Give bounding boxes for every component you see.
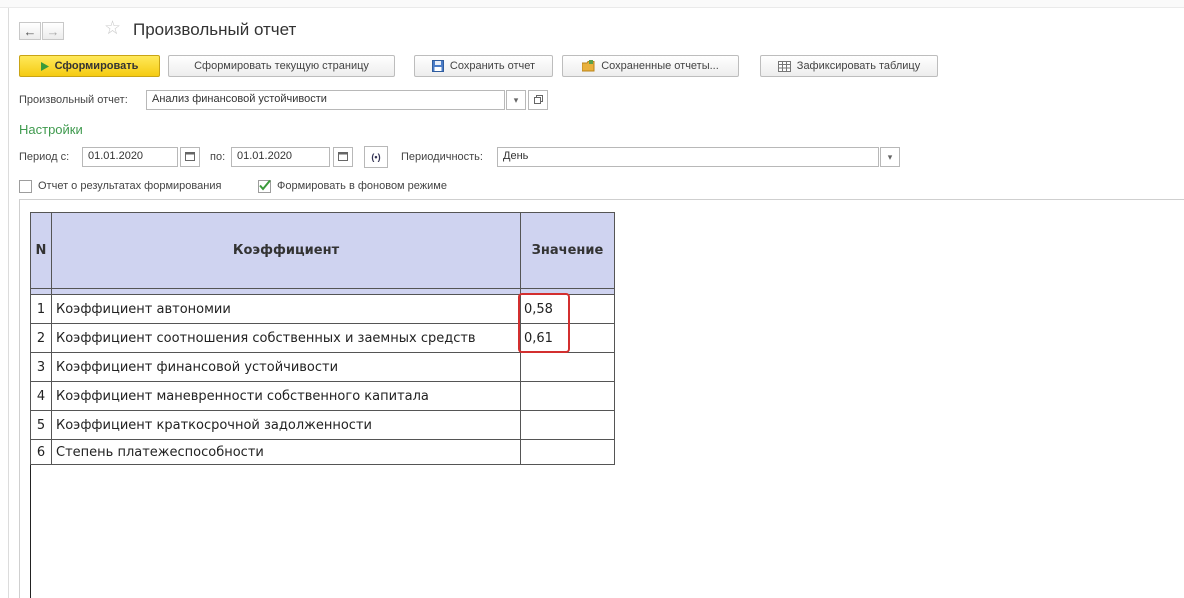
row-number: 4 xyxy=(30,381,52,411)
header-coefficient: Коэффициент xyxy=(51,212,521,289)
table-row[interactable]: 3 Коэффициент финансовой устойчивости xyxy=(30,352,615,382)
row-coefficient-name: Коэффициент финансовой устойчивости xyxy=(51,352,521,382)
row-number: 3 xyxy=(30,352,52,382)
open-window-icon xyxy=(533,94,543,106)
header-n: N xyxy=(30,212,52,289)
row-number: 5 xyxy=(30,410,52,440)
calendar-icon xyxy=(338,151,348,163)
window-top-strip xyxy=(0,0,1184,8)
background-mode-checkbox[interactable] xyxy=(258,179,271,193)
page-title: Произвольный отчет xyxy=(133,20,297,39)
row-number: 1 xyxy=(30,294,52,324)
forward-button[interactable]: → xyxy=(42,22,64,40)
fix-table-label: Зафиксировать таблицу xyxy=(796,60,921,72)
table-icon xyxy=(777,60,791,72)
row-value xyxy=(520,352,615,382)
period-to-calendar-button[interactable] xyxy=(333,147,353,167)
periodicity-dropdown-button[interactable]: ▾ xyxy=(880,147,900,167)
settings-heading: Настройки xyxy=(19,122,83,137)
play-icon xyxy=(40,61,49,71)
row-number: 6 xyxy=(30,439,52,465)
row-value xyxy=(520,410,615,440)
open-report-button[interactable] xyxy=(528,90,548,110)
period-from-input[interactable]: 01.01.2020 xyxy=(82,147,178,167)
folder-icon xyxy=(582,60,595,72)
report-results-label: Отчет о результатах формирования xyxy=(38,180,222,192)
report-select-input[interactable]: Анализ финансовой устойчивости xyxy=(146,90,505,110)
row-coefficient-name: Коэффициент автономии xyxy=(51,294,521,324)
arrow-left-icon: ← xyxy=(23,23,37,39)
saved-reports-label: Сохраненные отчеты... xyxy=(601,60,719,72)
periodicity-select[interactable]: День xyxy=(497,147,879,167)
save-icon xyxy=(431,60,444,72)
period-choose-button[interactable]: (•) xyxy=(364,146,388,168)
generate-button[interactable]: Сформировать xyxy=(19,55,160,77)
table-row[interactable]: 4 Коэффициент маневренности собственного… xyxy=(30,381,615,411)
row-number: 2 xyxy=(30,323,52,353)
table-header-row: N Коэффициент Значение xyxy=(30,212,615,289)
star-icon[interactable]: ☆ xyxy=(104,19,121,39)
row-coefficient-name: Коэффициент краткосрочной задолженности xyxy=(51,410,521,440)
back-button[interactable]: ← xyxy=(19,22,41,40)
chevron-down-icon: ▾ xyxy=(513,94,519,105)
period-to-input[interactable]: 01.01.2020 xyxy=(231,147,330,167)
period-from-label: Период с: xyxy=(19,151,70,163)
period-settings-icon: (•) xyxy=(371,152,381,162)
value-highlight-box xyxy=(518,293,570,353)
period-from-calendar-button[interactable] xyxy=(180,147,200,167)
report-dropdown-button[interactable]: ▾ xyxy=(506,90,526,110)
save-report-label: Сохранить отчет xyxy=(449,60,536,72)
window-left-border xyxy=(8,8,9,598)
report-results-checkbox[interactable] xyxy=(19,180,32,193)
generate-button-label: Сформировать xyxy=(54,60,139,72)
header-value: Значение xyxy=(520,212,615,289)
row-value xyxy=(520,381,615,411)
periodicity-label: Периодичность: xyxy=(401,151,483,163)
row-coefficient-name: Коэффициент маневренности собственного к… xyxy=(51,381,521,411)
chevron-down-icon: ▾ xyxy=(887,151,893,162)
background-mode-label: Формировать в фоновом режиме xyxy=(277,180,447,192)
calendar-icon xyxy=(185,151,195,163)
table-row[interactable]: 5 Коэффициент краткосрочной задолженност… xyxy=(30,410,615,440)
arrow-right-icon: → xyxy=(46,23,60,39)
row-value xyxy=(520,439,615,465)
checkmark-icon xyxy=(259,179,271,191)
row-coefficient-name: Степень платежеспособности xyxy=(51,439,521,465)
table-row[interactable]: 6 Степень платежеспособности xyxy=(30,439,615,465)
period-to-label: по: xyxy=(210,151,226,163)
saved-reports-button[interactable]: Сохраненные отчеты... xyxy=(562,55,739,77)
row-coefficient-name: Коэффициент соотношения собственных и за… xyxy=(51,323,521,353)
fix-table-button[interactable]: Зафиксировать таблицу xyxy=(760,55,938,77)
generate-current-page-button[interactable]: Сформировать текущую страницу xyxy=(168,55,395,77)
report-select-label: Произвольный отчет: xyxy=(19,94,128,106)
generate-current-page-label: Сформировать текущую страницу xyxy=(194,60,369,72)
save-report-button[interactable]: Сохранить отчет xyxy=(414,55,553,77)
